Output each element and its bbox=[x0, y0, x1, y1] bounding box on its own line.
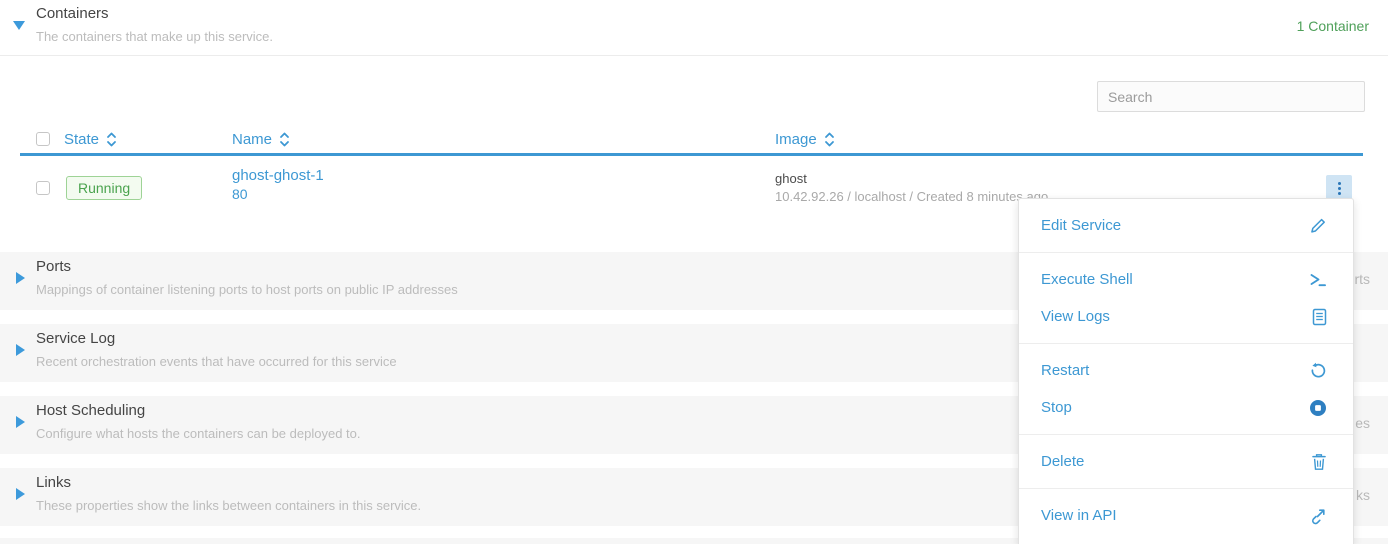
sort-icon bbox=[279, 131, 290, 148]
menu-item-label: Stop bbox=[1041, 399, 1072, 416]
menu-item-label: Delete bbox=[1041, 453, 1084, 470]
column-header-image[interactable]: Image bbox=[775, 131, 835, 148]
section-host-scheduling-title: Host Scheduling bbox=[36, 402, 145, 419]
menu-item-label: Execute Shell bbox=[1041, 271, 1133, 288]
container-image-label: ghost bbox=[775, 171, 807, 186]
menu-item-label: Edit Service bbox=[1041, 217, 1121, 234]
column-header-name-label: Name bbox=[232, 131, 272, 148]
menu-group: Edit Service bbox=[1019, 199, 1353, 252]
terminal-icon bbox=[1309, 272, 1327, 288]
section-ports-title: Ports bbox=[36, 258, 71, 275]
expand-caret-icon[interactable] bbox=[16, 344, 25, 356]
container-name-link[interactable]: ghost-ghost-1 bbox=[232, 167, 324, 184]
select-all-checkbox[interactable] bbox=[36, 132, 50, 146]
section-links-subtitle: These properties show the links between … bbox=[36, 498, 421, 513]
section-ports-subtitle: Mappings of container listening ports to… bbox=[36, 282, 458, 297]
column-header-state[interactable]: State bbox=[64, 131, 117, 148]
service-detail-page: Containers The containers that make up t… bbox=[0, 0, 1388, 544]
menu-item-label: View in API bbox=[1041, 507, 1117, 524]
collapse-caret-icon[interactable] bbox=[13, 21, 25, 30]
section-host-scheduling-count-clipped: es bbox=[1355, 415, 1370, 431]
status-badge: Running bbox=[66, 176, 142, 200]
menu-item-view-in-api[interactable]: View in API bbox=[1019, 497, 1353, 534]
menu-group: Restart Stop bbox=[1019, 343, 1353, 434]
section-links-title: Links bbox=[36, 474, 71, 491]
row-actions-menu: Edit Service Execute Shell bbox=[1018, 198, 1354, 544]
containers-subtitle: The containers that make up this service… bbox=[36, 29, 273, 44]
menu-item-edit-service[interactable]: Edit Service bbox=[1019, 207, 1353, 244]
menu-item-execute-shell[interactable]: Execute Shell bbox=[1019, 261, 1353, 298]
menu-item-view-logs[interactable]: View Logs bbox=[1019, 298, 1353, 335]
menu-item-label: View Logs bbox=[1041, 308, 1110, 325]
file-icon bbox=[1312, 308, 1327, 326]
column-header-state-label: State bbox=[64, 131, 99, 148]
menu-group: Delete bbox=[1019, 434, 1353, 488]
expand-caret-icon[interactable] bbox=[16, 488, 25, 500]
containers-section-header: Containers The containers that make up t… bbox=[0, 0, 1388, 56]
menu-group: View in API bbox=[1019, 488, 1353, 542]
sort-icon bbox=[106, 131, 117, 148]
section-service-log-title: Service Log bbox=[36, 330, 115, 347]
restart-icon bbox=[1309, 362, 1327, 380]
container-port-label: 80 bbox=[232, 186, 248, 202]
containers-title: Containers bbox=[36, 5, 109, 22]
trash-icon bbox=[1311, 453, 1327, 471]
menu-item-label: Restart bbox=[1041, 362, 1089, 379]
expand-caret-icon[interactable] bbox=[16, 416, 25, 428]
kebab-dot bbox=[1338, 182, 1341, 185]
section-links-count-clipped: ks bbox=[1356, 487, 1370, 503]
menu-item-stop[interactable]: Stop bbox=[1019, 389, 1353, 426]
sort-icon bbox=[824, 131, 835, 148]
column-header-name[interactable]: Name bbox=[232, 131, 290, 148]
column-header-image-label: Image bbox=[775, 131, 817, 148]
pencil-icon bbox=[1309, 217, 1327, 235]
menu-item-delete[interactable]: Delete bbox=[1019, 443, 1353, 480]
container-image-details: 10.42.92.26 / localhost / Created 8 minu… bbox=[775, 189, 1048, 204]
container-count-badge: 1 Container bbox=[1297, 18, 1369, 34]
menu-item-restart[interactable]: Restart bbox=[1019, 352, 1353, 389]
table-header-underline bbox=[20, 153, 1363, 156]
search-input[interactable] bbox=[1097, 81, 1365, 112]
row-checkbox[interactable] bbox=[36, 181, 50, 195]
external-link-icon bbox=[1309, 507, 1327, 525]
kebab-dot bbox=[1338, 192, 1341, 195]
kebab-dot bbox=[1338, 187, 1341, 190]
section-host-scheduling-subtitle: Configure what hosts the containers can … bbox=[36, 426, 361, 441]
section-ports-count-clipped: rts bbox=[1354, 271, 1370, 287]
section-service-log-subtitle: Recent orchestration events that have oc… bbox=[36, 354, 397, 369]
stop-icon bbox=[1309, 399, 1327, 417]
menu-group: Execute Shell View Logs bbox=[1019, 252, 1353, 343]
expand-caret-icon[interactable] bbox=[16, 272, 25, 284]
